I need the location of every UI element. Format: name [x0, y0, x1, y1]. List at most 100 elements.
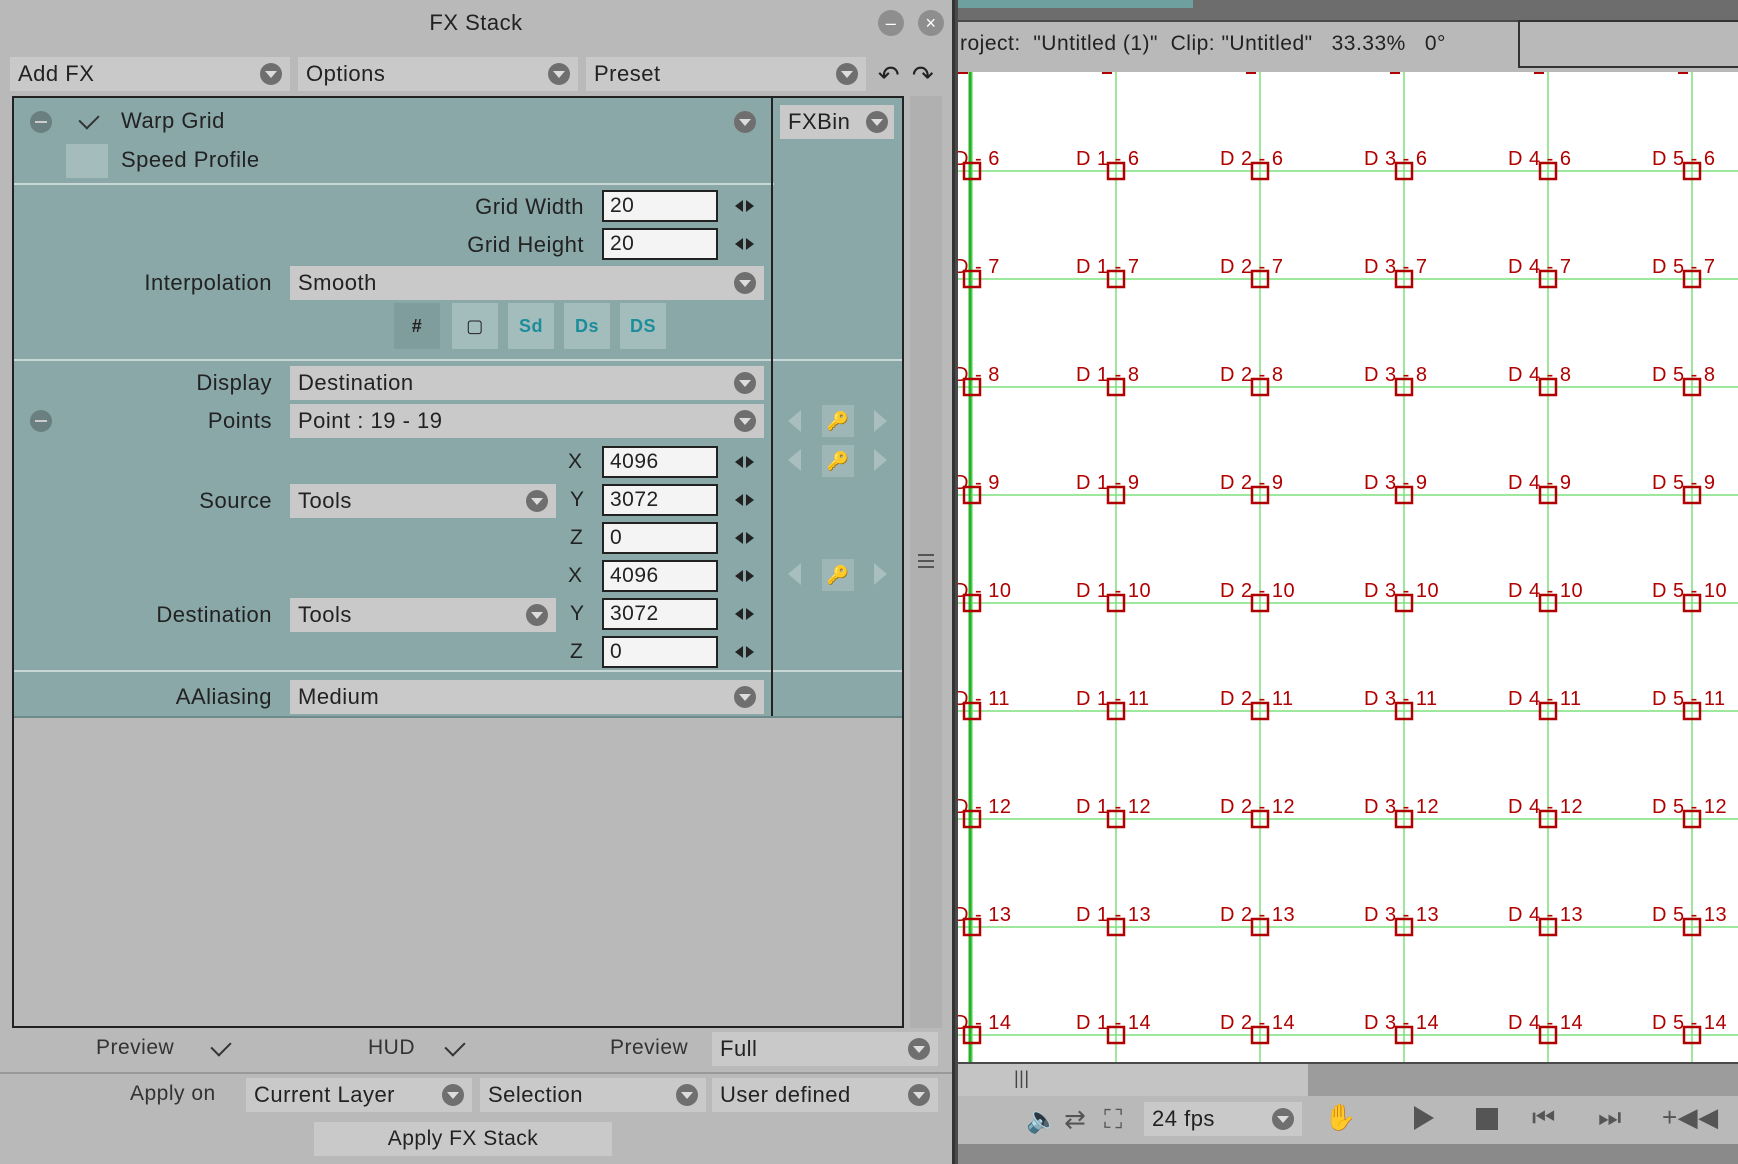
fx-item-warp-grid[interactable]: Warp Grid — [121, 108, 225, 134]
interpolation-dropdown[interactable]: Smooth — [290, 266, 764, 300]
points-dropdown[interactable]: Point : 19 - 19 — [290, 404, 764, 438]
grid-height-field[interactable]: 20 — [602, 228, 718, 260]
speed-profile-toggle[interactable] — [66, 144, 108, 178]
playback-bar: ||| 🔈 ⇄ ⛶ 24 fps ✋ ⏮ ⏭ +◀◀ — [958, 1064, 1738, 1164]
add-fx-dropdown[interactable]: Add FX — [10, 57, 290, 91]
fps-dropdown[interactable]: 24 fps — [1144, 1102, 1302, 1136]
chevron-down-icon — [1272, 1108, 1294, 1130]
grid-point-label: D 2 - 11 — [1220, 688, 1294, 710]
source-y-field[interactable]: 3072 — [602, 484, 718, 516]
skip-end-icon[interactable]: ⏭ — [1598, 1102, 1622, 1134]
chevron-down-icon — [676, 1084, 698, 1106]
grid-icon[interactable]: # — [394, 303, 440, 349]
next-key-icon[interactable] — [874, 563, 887, 585]
grid-height-stepper[interactable] — [735, 236, 757, 252]
stack-scrollbar[interactable] — [910, 96, 942, 1028]
points-label: Points — [207, 408, 272, 433]
chevron-down-icon — [260, 63, 282, 85]
source-y-label: Y — [570, 488, 585, 511]
stop-icon[interactable] — [1476, 1108, 1498, 1130]
fxbin-dropdown[interactable]: FXBin — [780, 105, 894, 139]
timeline-scrollbar-track[interactable] — [1308, 1064, 1738, 1096]
project-info-text: roject: "Untitled (1)" Clip: "Untitled" … — [960, 32, 1446, 55]
preview-quality-dropdown[interactable]: Full — [712, 1032, 938, 1066]
destination-z-stepper[interactable] — [735, 644, 757, 660]
destination-y-stepper[interactable] — [735, 606, 757, 622]
destination-z-field[interactable]: 0 — [602, 636, 718, 668]
destination-value: Tools — [298, 602, 352, 627]
options-dropdown[interactable]: Options — [298, 57, 578, 91]
grid-width-field[interactable]: 20 — [602, 190, 718, 222]
close-icon[interactable]: × — [918, 10, 944, 36]
step-back-icon[interactable]: +◀◀ — [1662, 1102, 1719, 1133]
source-x-field[interactable]: 4096 — [602, 446, 718, 478]
source-z-field[interactable]: 0 — [602, 522, 718, 554]
chevron-down-icon — [526, 490, 548, 512]
hand-pan-icon[interactable]: ✋ — [1324, 1102, 1357, 1133]
grid-point-label: D 3 - 10 — [1364, 580, 1439, 602]
prev-key-icon[interactable] — [788, 563, 801, 585]
remove-point-icon[interactable] — [30, 410, 52, 432]
source-dropdown[interactable]: Tools — [290, 484, 556, 518]
fx-item-speed-profile[interactable]: Speed Profile — [121, 147, 260, 173]
grid-point-label: D 4 - 6 — [1508, 148, 1572, 170]
key-icon[interactable]: 🔑 — [822, 559, 854, 591]
source-to-dest-icon[interactable]: Sd — [508, 303, 554, 349]
destination-y-field[interactable]: 3072 — [602, 598, 718, 630]
selection-dropdown[interactable]: Selection — [480, 1078, 706, 1112]
grid-point-label: D - 6 — [958, 148, 1000, 170]
dest-to-source-icon[interactable]: Ds — [564, 303, 610, 349]
redo-icon[interactable]: ↷ — [908, 60, 938, 90]
loop-icon[interactable]: ⇄ — [1064, 1104, 1086, 1135]
prev-key-icon[interactable] — [788, 410, 801, 432]
play-icon[interactable] — [1414, 1106, 1434, 1130]
minimize-icon[interactable]: – — [878, 10, 904, 36]
aaliasing-dropdown[interactable]: Medium — [290, 680, 764, 714]
destination-dropdown[interactable]: Tools — [290, 598, 556, 632]
warp-grid-menu[interactable] — [726, 105, 762, 139]
grid-point-label: D - 12 — [958, 796, 1011, 818]
key-icon[interactable]: 🔑 — [822, 405, 854, 437]
volume-icon[interactable]: 🔈 — [1026, 1104, 1059, 1135]
grid-width-stepper[interactable] — [735, 198, 757, 214]
grid-point-label: D 1 - 7 — [1076, 256, 1140, 278]
preset-dropdown[interactable]: Preset — [586, 57, 866, 91]
destination-x-field[interactable]: 4096 — [602, 560, 718, 592]
skip-start-icon[interactable]: ⏮ — [1532, 1102, 1556, 1134]
timeline-scrollbar-thumb[interactable]: ||| — [958, 1064, 1308, 1096]
warp-grid-canvas[interactable]: D - 6 D 1 - 6 D 2 - 6 D 3 - 6 D 4 - 6 D 5 - 6… — [958, 72, 1738, 1062]
dest-source-swap-icon[interactable]: DS — [620, 303, 666, 349]
source-x-stepper[interactable] — [735, 454, 757, 470]
grid-point-label: D 2 - 12 — [1220, 796, 1295, 818]
panel-titlebar: FX Stack – × — [0, 0, 952, 50]
viewer-field[interactable] — [1518, 20, 1738, 68]
user-defined-dropdown[interactable]: User defined — [712, 1078, 938, 1112]
prev-key-icon[interactable] — [788, 449, 801, 471]
panel-title: FX Stack — [429, 10, 523, 35]
remove-fx-icon[interactable] — [30, 111, 52, 133]
chevron-down-icon — [734, 410, 756, 432]
destination-label: Destination — [156, 602, 272, 627]
display-dropdown[interactable]: Destination — [290, 366, 764, 400]
frame-icon[interactable]: ▢ — [452, 303, 498, 349]
fullscreen-icon[interactable]: ⛶ — [1104, 1104, 1123, 1136]
next-key-icon[interactable] — [874, 449, 887, 471]
grid-height-label: Grid Height — [467, 232, 584, 257]
grid-point-label: D 2 - 14 — [1220, 1012, 1295, 1034]
undo-icon[interactable]: ↶ — [874, 60, 904, 90]
grid-point-label: D 4 - 9 — [1508, 472, 1572, 494]
destination-y-label: Y — [570, 602, 585, 625]
next-key-icon[interactable] — [874, 410, 887, 432]
key-icon[interactable]: 🔑 — [822, 445, 854, 477]
destination-x-label: X — [568, 564, 583, 587]
grid-point-label: D 1 - 11 — [1076, 688, 1150, 710]
grid-point-label: D - 11 — [958, 688, 1010, 710]
grid-point-label: D - 8 — [958, 364, 1000, 386]
source-y-stepper[interactable] — [735, 492, 757, 508]
apply-fx-stack-button[interactable]: Apply FX Stack — [314, 1122, 612, 1156]
destination-x-stepper[interactable] — [735, 568, 757, 584]
grid-point-label: D - 14 — [958, 1012, 1011, 1034]
apply-on-dropdown[interactable]: Current Layer — [246, 1078, 472, 1112]
source-z-stepper[interactable] — [735, 530, 757, 546]
grid-point-label: D 4 - 10 — [1508, 580, 1583, 602]
